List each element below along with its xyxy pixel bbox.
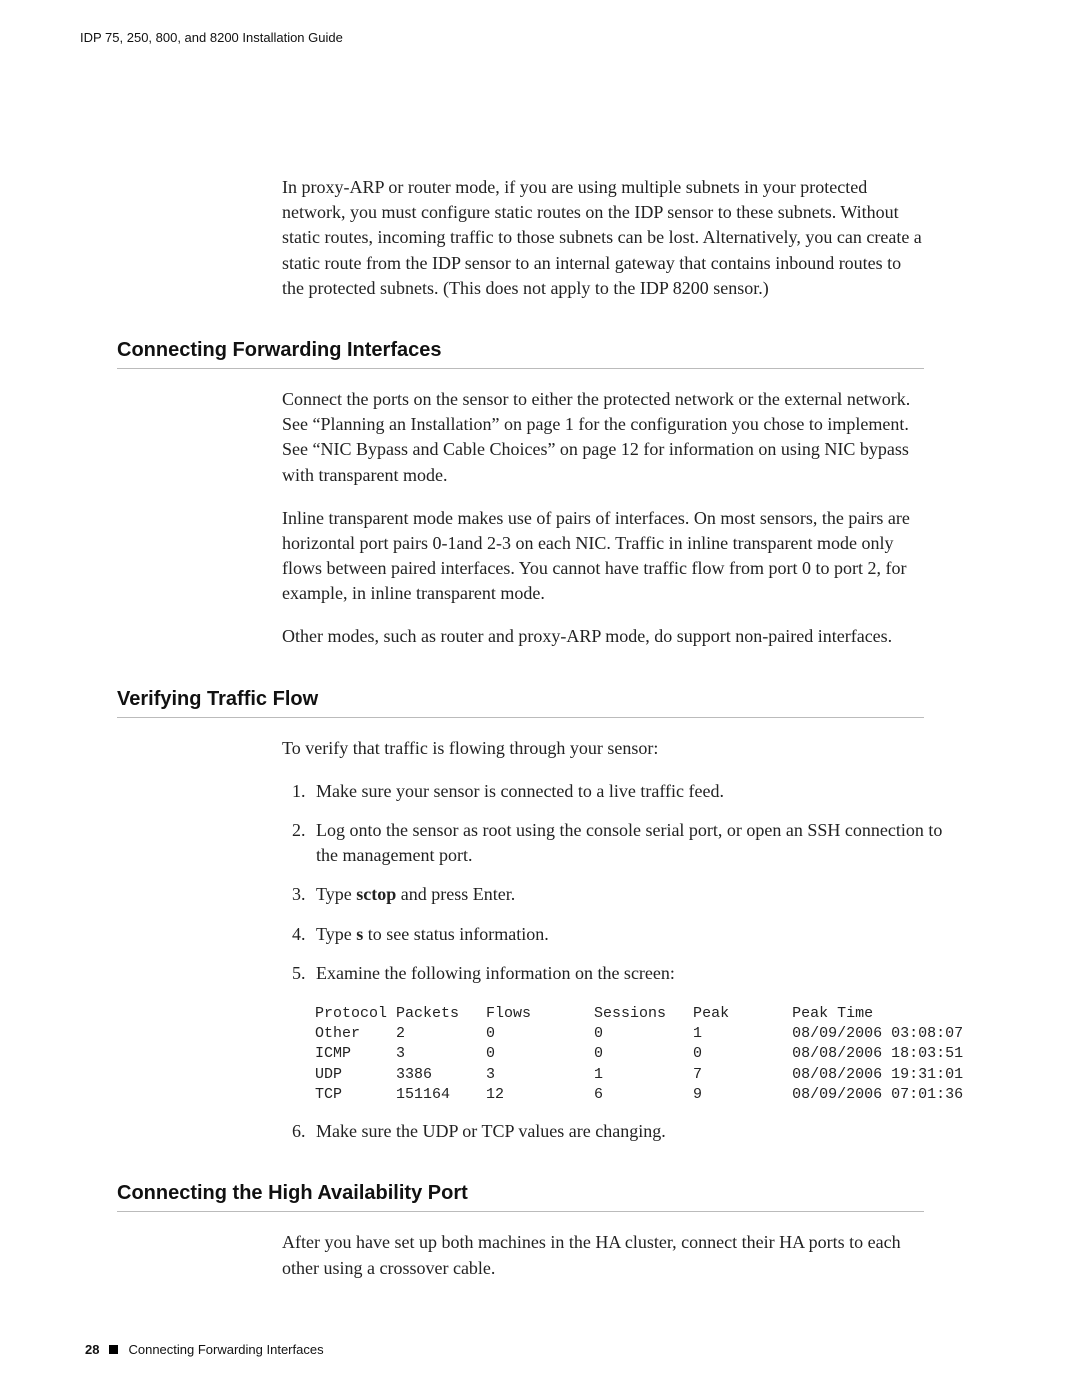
document-page: IDP 75, 250, 800, and 8200 Installation … bbox=[0, 0, 1080, 1397]
running-header: IDP 75, 250, 800, and 8200 Installation … bbox=[80, 30, 995, 45]
page-number: 28 bbox=[85, 1342, 99, 1357]
step-text: to see status information. bbox=[363, 924, 548, 944]
section-rule bbox=[117, 717, 924, 718]
steps-list-continued: Make sure the UDP or TCP values are chan… bbox=[282, 1119, 950, 1144]
list-item: Type sctop and press Enter. bbox=[310, 882, 950, 907]
list-item: Make sure the UDP or TCP values are chan… bbox=[310, 1119, 950, 1144]
section-heading-connecting-forwarding: Connecting Forwarding Interfaces bbox=[117, 339, 995, 362]
table-header-row: Protocol Packets Flows Sessions Peak Pea… bbox=[315, 1005, 873, 1022]
section-rule bbox=[117, 368, 924, 369]
body-paragraph: After you have set up both machines in t… bbox=[282, 1230, 922, 1280]
list-item: Examine the following information on the… bbox=[310, 961, 950, 986]
step-text: Type bbox=[316, 924, 356, 944]
table-row: ICMP 3 0 0 0 08/08/2006 18:03:51 bbox=[315, 1045, 963, 1062]
list-item: Make sure your sensor is connected to a … bbox=[310, 779, 950, 804]
page-footer: 28 Connecting Forwarding Interfaces bbox=[85, 1342, 324, 1357]
table-row: Other 2 0 0 1 08/09/2006 03:08:07 bbox=[315, 1025, 963, 1042]
intro-paragraph: In proxy-ARP or router mode, if you are … bbox=[282, 175, 922, 301]
table-row: UDP 3386 3 1 7 08/08/2006 19:31:01 bbox=[315, 1066, 963, 1083]
steps-list: Make sure your sensor is connected to a … bbox=[282, 779, 950, 986]
step-text: Type bbox=[316, 884, 356, 904]
section-heading-ha-port: Connecting the High Availability Port bbox=[117, 1182, 995, 1205]
body-paragraph: Connect the ports on the sensor to eithe… bbox=[282, 387, 922, 488]
list-item: Type s to see status information. bbox=[310, 922, 950, 947]
console-output: Protocol Packets Flows Sessions Peak Pea… bbox=[315, 1004, 995, 1105]
step-text: and press Enter. bbox=[396, 884, 515, 904]
section-heading-verifying-traffic: Verifying Traffic Flow bbox=[117, 688, 995, 711]
table-row: TCP 151164 12 6 9 08/09/2006 07:01:36 bbox=[315, 1086, 963, 1103]
footer-section-name: Connecting Forwarding Interfaces bbox=[128, 1342, 323, 1357]
body-paragraph: To verify that traffic is flowing throug… bbox=[282, 736, 922, 761]
list-item: Log onto the sensor as root using the co… bbox=[310, 818, 950, 868]
command-bold: sctop bbox=[356, 884, 396, 904]
body-paragraph: Inline transparent mode makes use of pai… bbox=[282, 506, 922, 607]
body-paragraph: Other modes, such as router and proxy-AR… bbox=[282, 624, 922, 649]
section-rule bbox=[117, 1211, 924, 1212]
square-bullet-icon bbox=[109, 1345, 118, 1354]
